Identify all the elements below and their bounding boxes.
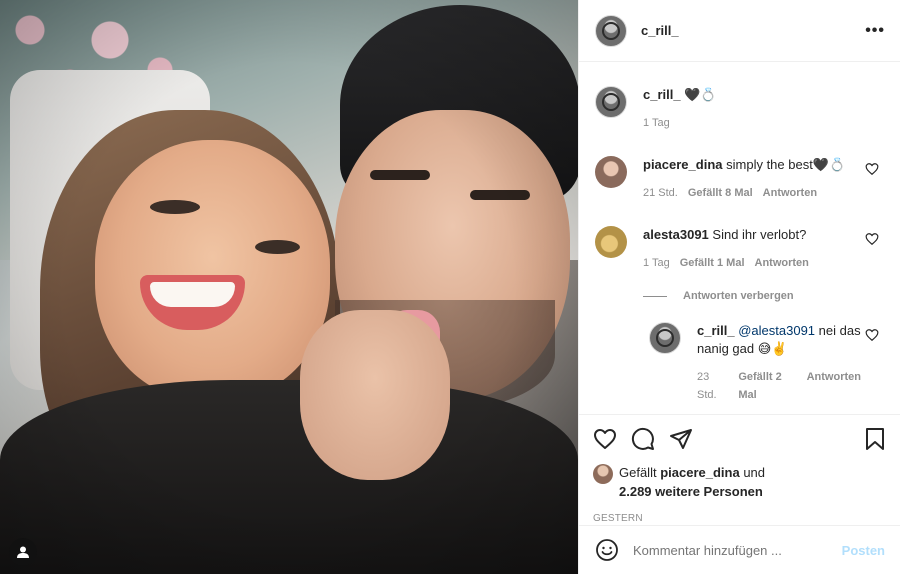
caption: c_rill_ 🖤💍 1 Tag [595, 86, 885, 132]
comment-text: Sind ihr verlobt? [712, 227, 807, 242]
post-comment-button[interactable]: Posten [842, 543, 885, 558]
comment-likes[interactable]: Gefällt 1 Mal [680, 254, 745, 272]
reply-reply-button[interactable]: Antworten [807, 368, 861, 404]
reply-item: c_rill_ @alesta3091 nei das nanig gad 😅✌… [649, 322, 885, 404]
post-photo[interactable] [0, 0, 578, 574]
liker-avatar[interactable] [593, 464, 613, 484]
comment-item: piacere_dina simply the best🖤💍 21 Std. G… [595, 156, 885, 202]
likes-middle: und [743, 465, 766, 480]
likes-prefix: Gefällt [619, 465, 657, 480]
reply-time[interactable]: 23 Std. [697, 368, 728, 404]
reply-mention[interactable]: @alesta3091 [738, 323, 815, 338]
comment-time[interactable]: 21 Std. [643, 184, 678, 202]
author-username[interactable]: c_rill_ [641, 23, 679, 38]
comment-bubble-icon[interactable] [631, 427, 655, 451]
comment-text: simply the best🖤💍 [726, 157, 846, 172]
comment-input[interactable] [633, 542, 842, 558]
share-paper-plane-icon[interactable] [669, 427, 693, 451]
caption-time[interactable]: 1 Tag [643, 114, 670, 132]
likes-count[interactable]: 2.289 weitere Personen [619, 484, 763, 499]
reply-button[interactable]: Antworten [763, 184, 817, 202]
caption-text: 🖤💍 [684, 87, 717, 102]
reply-button[interactable]: Antworten [755, 254, 809, 272]
comment-time[interactable]: 1 Tag [643, 254, 670, 272]
comment-likes[interactable]: Gefällt 8 Mal [688, 184, 753, 202]
hide-replies-label: Antworten verbergen [683, 290, 794, 302]
author-avatar[interactable] [595, 14, 627, 47]
like-reply-heart-icon[interactable] [865, 328, 879, 342]
emoji-icon[interactable] [595, 538, 619, 562]
commenter-avatar[interactable] [595, 156, 627, 188]
add-comment-bar: Posten [579, 525, 900, 574]
more-options-button[interactable]: ••• [865, 22, 885, 40]
hide-replies-button[interactable]: Antworten verbergen [643, 290, 885, 302]
likes-summary: Gefällt piacere_dina und 2.289 weitere P… [593, 463, 887, 501]
like-comment-heart-icon[interactable] [865, 232, 879, 246]
like-comment-heart-icon[interactable] [865, 162, 879, 176]
commenter-avatar[interactable] [595, 226, 627, 258]
post-actions: Gefällt piacere_dina und 2.289 weitere P… [579, 414, 900, 524]
comment-username[interactable]: piacere_dina [643, 157, 723, 172]
user-icon [17, 546, 29, 558]
caption-username[interactable]: c_rill_ [643, 87, 681, 102]
reply-likes[interactable]: Gefällt 2 Mal [738, 368, 796, 404]
caption-avatar[interactable] [595, 86, 627, 118]
reply-avatar[interactable] [649, 322, 681, 354]
tagged-users-button[interactable] [9, 538, 37, 566]
bookmark-icon[interactable] [863, 427, 887, 451]
comment-item: alesta3091 Sind ihr verlobt? 1 Tag Gefäl… [595, 226, 885, 272]
hide-replies-line [643, 295, 667, 297]
post-side-panel: c_rill_ ••• c_rill_ 🖤💍 1 Tag piacere_din… [578, 0, 900, 574]
reply-username[interactable]: c_rill_ [697, 323, 735, 338]
post-header: c_rill_ ••• [579, 0, 900, 62]
post-date[interactable]: GESTERN [593, 513, 887, 524]
comments-list[interactable]: c_rill_ 🖤💍 1 Tag piacere_dina simply the… [579, 62, 900, 414]
photo-vignette [0, 0, 578, 574]
comment-username[interactable]: alesta3091 [643, 227, 709, 242]
liker-username[interactable]: piacere_dina [660, 465, 740, 480]
like-heart-icon[interactable] [593, 427, 617, 451]
